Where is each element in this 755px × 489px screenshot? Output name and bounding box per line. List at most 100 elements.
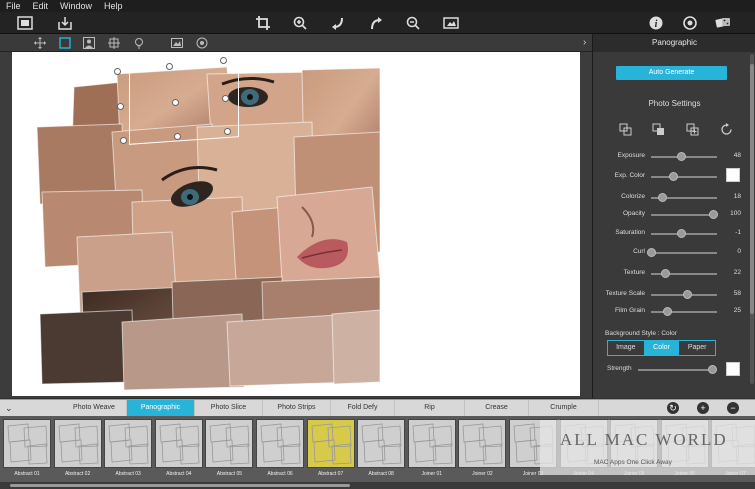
preset-thumbnail[interactable] bbox=[306, 419, 355, 468]
slider-track[interactable] bbox=[651, 229, 717, 238]
resize-handle[interactable] bbox=[166, 63, 173, 70]
rotate-left-icon[interactable] bbox=[329, 14, 347, 32]
tab-photo-weave[interactable]: Photo Weave bbox=[62, 400, 127, 416]
slider-value: 18 bbox=[733, 193, 741, 200]
background-color-swatch[interactable] bbox=[726, 362, 740, 376]
slider-track[interactable] bbox=[651, 307, 717, 316]
strength-slider-knob[interactable] bbox=[708, 365, 717, 374]
resize-handle[interactable] bbox=[220, 57, 227, 64]
tab-crease[interactable]: Crease bbox=[465, 400, 529, 416]
slider-knob[interactable] bbox=[676, 152, 686, 161]
background-style-label: Background Style : Color bbox=[605, 330, 677, 337]
preset-thumbnail[interactable] bbox=[154, 419, 203, 468]
resize-handle[interactable] bbox=[174, 133, 181, 140]
collapse-thumbnails-icon[interactable]: ⌄ bbox=[5, 402, 17, 414]
slider-label: Exposure bbox=[617, 152, 645, 159]
slider-value: 58 bbox=[733, 290, 741, 297]
slider-track[interactable] bbox=[651, 193, 717, 202]
add-tile-icon[interactable] bbox=[107, 36, 121, 50]
zoom-out-icon[interactable] bbox=[404, 14, 422, 32]
tab-photo-strips[interactable]: Photo Strips bbox=[263, 400, 331, 416]
canvas-area bbox=[0, 52, 592, 398]
preset-thumbnail[interactable] bbox=[205, 419, 254, 468]
panel-scrollbar-thumb[interactable] bbox=[750, 64, 754, 314]
resize-handle[interactable] bbox=[120, 137, 127, 144]
preset-thumbnail[interactable] bbox=[458, 419, 507, 468]
strength-slider-track[interactable] bbox=[638, 369, 715, 371]
preset-thumbnail[interactable] bbox=[3, 419, 51, 468]
slider-track[interactable] bbox=[651, 210, 718, 219]
slider-track[interactable] bbox=[651, 269, 717, 278]
preset-thumbnail[interactable] bbox=[104, 419, 153, 468]
selected-tile[interactable] bbox=[129, 64, 239, 145]
send-back-icon[interactable] bbox=[651, 122, 665, 136]
portrait-icon[interactable] bbox=[82, 36, 96, 50]
rotate-right-icon[interactable] bbox=[367, 14, 385, 32]
preset-thumbnail[interactable] bbox=[357, 419, 406, 468]
tab-crumple[interactable]: Crumple bbox=[529, 400, 599, 416]
slider-knob[interactable] bbox=[662, 307, 672, 316]
settings-icon[interactable] bbox=[681, 14, 699, 32]
preset-thumbnail[interactable] bbox=[407, 419, 456, 468]
zoom-in-icon[interactable] bbox=[291, 14, 309, 32]
canvas[interactable] bbox=[12, 52, 580, 396]
remove-preset-icon[interactable]: − bbox=[727, 402, 739, 414]
bg-option-image[interactable]: Image bbox=[608, 341, 644, 355]
bring-front-icon[interactable] bbox=[618, 122, 632, 136]
resize-handle[interactable] bbox=[117, 103, 124, 110]
slider-track[interactable] bbox=[651, 290, 717, 299]
slider-label: Exp. Color bbox=[614, 172, 645, 179]
slider-knob[interactable] bbox=[658, 193, 668, 202]
slider-track[interactable] bbox=[647, 248, 717, 257]
dice-icon[interactable] bbox=[714, 14, 732, 32]
tab-fold-defy[interactable]: Fold Defy bbox=[331, 400, 395, 416]
resize-handle[interactable] bbox=[114, 68, 121, 75]
select-rect-icon[interactable] bbox=[58, 36, 72, 50]
slider-knob[interactable] bbox=[647, 248, 656, 257]
fit-screen-icon[interactable] bbox=[442, 14, 460, 32]
menu-window[interactable]: Window bbox=[54, 0, 98, 12]
slider-track[interactable] bbox=[651, 172, 717, 181]
tab-panographic[interactable]: Panographic bbox=[127, 400, 195, 416]
preset-thumbnail[interactable] bbox=[256, 419, 304, 468]
menu-edit[interactable]: Edit bbox=[27, 0, 55, 12]
panel-scrollbar[interactable] bbox=[750, 54, 754, 384]
info-icon[interactable]: i bbox=[647, 14, 665, 32]
refresh-presets-icon[interactable]: ↻ bbox=[667, 402, 679, 414]
slider-knob[interactable] bbox=[660, 269, 670, 278]
save-icon[interactable] bbox=[56, 14, 74, 32]
circle-target-icon[interactable] bbox=[195, 36, 209, 50]
rotate-handle[interactable] bbox=[172, 99, 179, 106]
exposure-color-swatch[interactable] bbox=[726, 168, 740, 182]
bulb-icon[interactable] bbox=[132, 36, 146, 50]
duplicate-tile-icon[interactable] bbox=[685, 122, 699, 136]
tab-photo-slice[interactable]: Photo Slice bbox=[195, 400, 263, 416]
auto-generate-button[interactable]: Auto Generate bbox=[616, 66, 727, 80]
resize-handle[interactable] bbox=[224, 128, 231, 135]
watermark-subtitle: MAC Apps One Click Away bbox=[594, 459, 672, 466]
slider-label: Texture bbox=[623, 269, 645, 276]
slider-track[interactable] bbox=[651, 152, 717, 161]
preset-thumbnail[interactable] bbox=[53, 419, 102, 468]
image-icon[interactable] bbox=[170, 36, 184, 50]
preset-thumbnail-label: Abstract 08 bbox=[368, 471, 394, 477]
open-image-icon[interactable] bbox=[16, 14, 34, 32]
slider-knob[interactable] bbox=[668, 172, 678, 181]
bg-option-color[interactable]: Color bbox=[643, 341, 680, 355]
slider-value: 48 bbox=[733, 152, 741, 159]
panographic-photo[interactable] bbox=[12, 52, 580, 396]
tab-rip[interactable]: Rip bbox=[395, 400, 465, 416]
slider-knob[interactable] bbox=[682, 290, 692, 299]
menu-help[interactable]: Help bbox=[98, 0, 129, 12]
reset-icon[interactable] bbox=[719, 122, 733, 136]
thumbnail-scrollbar[interactable] bbox=[0, 482, 755, 489]
thumbnail-scrollbar-thumb[interactable] bbox=[10, 484, 350, 487]
crop-icon[interactable] bbox=[254, 14, 272, 32]
add-preset-icon[interactable]: + bbox=[697, 402, 709, 414]
slider-knob[interactable] bbox=[709, 210, 718, 219]
move-icon[interactable] bbox=[33, 36, 47, 50]
menu-file[interactable]: File bbox=[0, 0, 27, 12]
bg-option-paper[interactable]: Paper bbox=[679, 341, 715, 355]
slider-knob[interactable] bbox=[677, 229, 687, 238]
resize-handle[interactable] bbox=[222, 95, 229, 102]
